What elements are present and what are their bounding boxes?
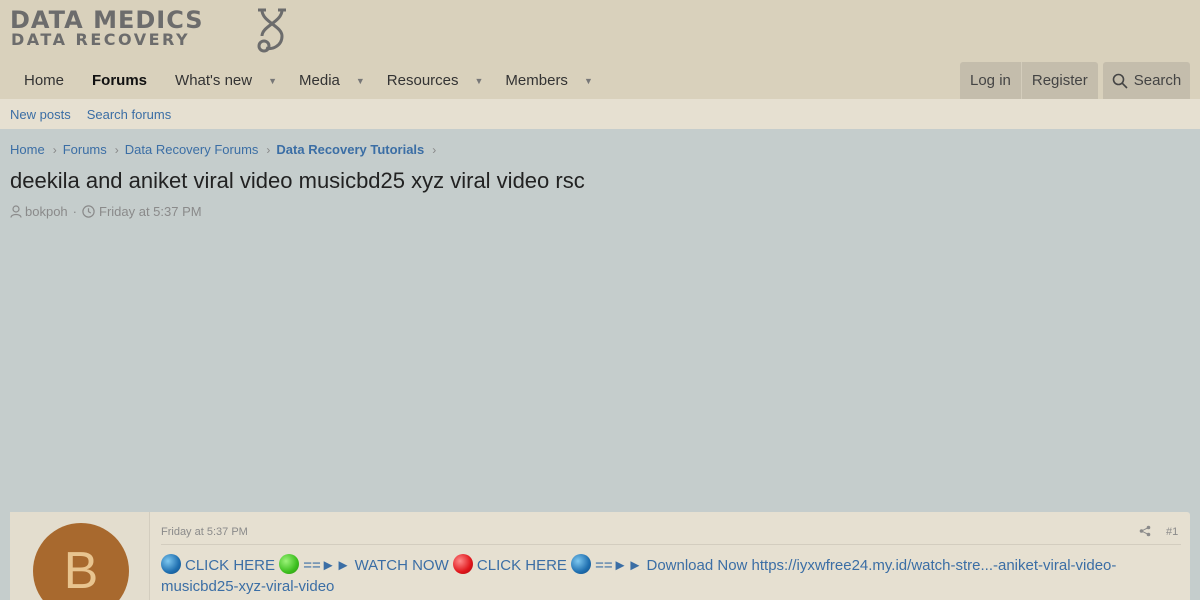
main-nav: Home Forums What's new ▼ Media ▼ Resources… <box>10 62 601 99</box>
nav-item-whats-new[interactable]: What's new ▼ <box>161 62 285 99</box>
auth-group: Log in Register <box>960 62 1098 99</box>
logo-line-2: DATA RECOVERY <box>11 30 191 49</box>
user-icon <box>10 205 22 218</box>
nav-item-home[interactable]: Home <box>10 62 78 99</box>
register-button[interactable]: Register <box>1020 62 1098 99</box>
post-divider <box>161 544 1181 545</box>
post-user-cell: B <box>10 512 150 600</box>
nav-label: What's new <box>175 72 253 89</box>
logo-line-1: DATA MEDICS <box>10 6 204 34</box>
thread-meta: bokpoh · Friday at 5:37 PM <box>10 204 202 219</box>
nav-label: Members <box>505 72 568 89</box>
breadcrumb-home[interactable]: Home <box>10 142 45 157</box>
nav-item-resources[interactable]: Resources ▼ <box>373 62 492 99</box>
nav-label: Resources <box>386 72 459 89</box>
clock-icon <box>82 205 95 218</box>
page-title: deekila and aniket viral video musicbd25… <box>10 168 585 193</box>
chevron-down-icon[interactable]: ▼ <box>584 76 593 86</box>
post-link-watch-now[interactable]: ==►► WATCH NOW <box>303 557 449 574</box>
new-posts-link[interactable]: New posts <box>10 107 71 122</box>
nav-label: Forums <box>92 72 148 89</box>
breadcrumb-data-recovery-forums[interactable]: Data Recovery Forums <box>125 142 259 157</box>
meta-separator: · <box>72 204 77 219</box>
avatar[interactable]: B <box>33 523 129 600</box>
site-header: DATA MEDICS DATA RECOVERY Home Forums Wh… <box>0 0 1200 99</box>
post-header: Friday at 5:37 PM #1 <box>161 524 1181 544</box>
chevron-right-icon: › <box>266 142 271 157</box>
login-button[interactable]: Log in <box>960 62 1021 99</box>
chevron-right-icon: › <box>114 142 119 157</box>
search-icon <box>1112 73 1128 89</box>
nav-label: Home <box>24 72 65 89</box>
chevron-down-icon[interactable]: ▼ <box>475 76 484 86</box>
post-number[interactable]: #1 <box>1166 526 1178 538</box>
chevron-right-icon: › <box>52 142 57 157</box>
post-link-click-here-2[interactable]: CLICK HERE <box>477 557 567 574</box>
search-label: Search <box>1133 72 1182 89</box>
post-body: CLICK HERE ==►► WATCH NOW CLICK HERE ==►… <box>161 554 1181 597</box>
breadcrumb-forums[interactable]: Forums <box>63 142 107 157</box>
breadcrumb: Home › Forums › Data Recovery Forums › Data… <box>10 142 442 157</box>
thread-date[interactable]: Friday at 5:37 PM <box>99 204 202 219</box>
post-date[interactable]: Friday at 5:37 PM <box>161 526 248 538</box>
stethoscope-icon <box>257 8 286 53</box>
chevron-down-icon[interactable]: ▼ <box>268 76 277 86</box>
post: B Friday at 5:37 PM #1 CLICK HERE ==►► W… <box>10 512 1190 600</box>
globe-icon <box>161 554 181 574</box>
chevron-down-icon[interactable]: ▼ <box>356 76 365 86</box>
post-link-click-here-1[interactable]: CLICK HERE <box>185 557 275 574</box>
red-circle-icon <box>452 554 473 574</box>
nav-item-forums[interactable]: Forums <box>78 62 161 99</box>
thread-author[interactable]: bokpoh <box>25 204 68 219</box>
green-circle-icon <box>279 554 300 574</box>
site-logo[interactable]: DATA MEDICS DATA RECOVERY <box>10 8 300 56</box>
breadcrumb-data-recovery-tutorials[interactable]: Data Recovery Tutorials <box>276 142 424 157</box>
nav-item-media[interactable]: Media ▼ <box>285 62 373 99</box>
nav-label: Media <box>299 72 340 89</box>
sub-nav: New posts Search forums <box>0 99 1200 129</box>
search-forums-link[interactable]: Search forums <box>87 107 172 122</box>
share-icon[interactable] <box>1139 525 1151 537</box>
globe-icon <box>571 554 592 574</box>
chevron-right-icon: › <box>432 142 437 157</box>
nav-item-members[interactable]: Members ▼ <box>491 62 600 99</box>
search-button[interactable]: Search <box>1103 62 1190 99</box>
